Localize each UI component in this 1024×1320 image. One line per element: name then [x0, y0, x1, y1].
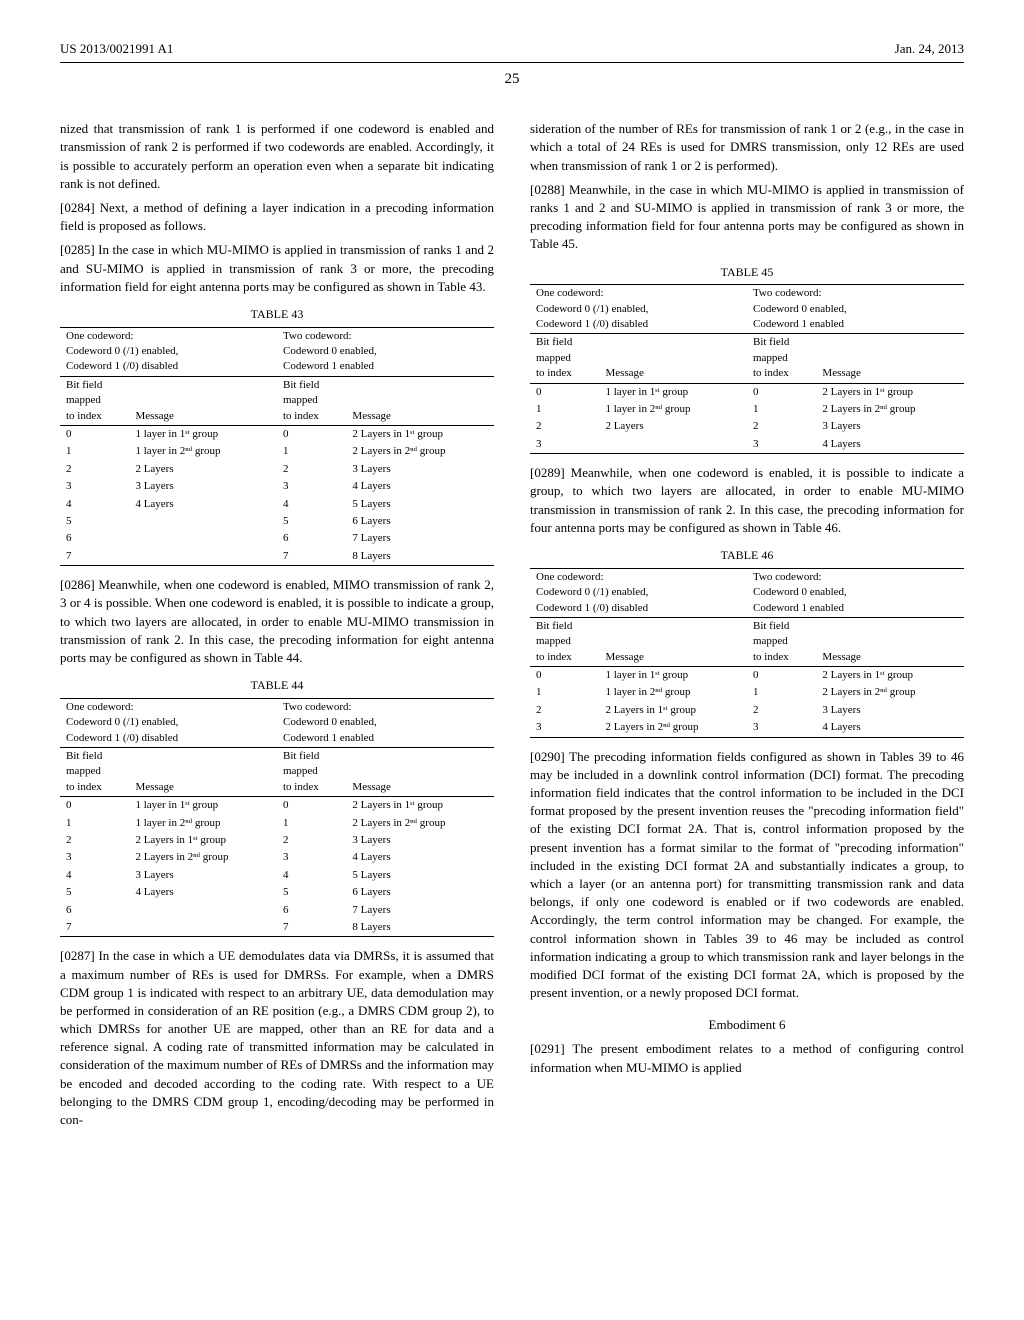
para-0286-text: Meanwhile, when one codeword is enabled,… [60, 577, 494, 665]
para-num-0285: [0285] [60, 242, 95, 257]
para-0291-text: The present embodiment relates to a meth… [530, 1041, 964, 1074]
para-0289-text: Meanwhile, when one codeword is enabled,… [530, 465, 964, 535]
para-0290: [0290] The precoding information fields … [530, 748, 964, 1003]
table-46: One codeword: Codeword 0 (/1) enabled, C… [530, 568, 964, 738]
para-num-0288: [0288] [530, 182, 565, 197]
header-pub-number: US 2013/0021991 A1 [60, 40, 173, 58]
para-0291: [0291] The present embodiment relates to… [530, 1040, 964, 1076]
table-46-caption: TABLE 46 [530, 547, 964, 564]
para-cont: sideration of the number of REs for tran… [530, 120, 964, 175]
para-0289: [0289] Meanwhile, when one codeword is e… [530, 464, 964, 537]
para-0288-text: Meanwhile, in the case in which MU-MIMO … [530, 182, 964, 252]
para-0284-text: Next, a method of defining a layer indic… [60, 200, 494, 233]
para-num-0284: [0284] [60, 200, 95, 215]
para-intro: nized that transmission of rank 1 is per… [60, 120, 494, 193]
para-num-0286: [0286] [60, 577, 95, 592]
table-44-caption: TABLE 44 [60, 677, 494, 694]
table-45: One codeword: Codeword 0 (/1) enabled, C… [530, 284, 964, 454]
para-num-0287: [0287] [60, 948, 95, 963]
para-0287-text: In the case in which a UE demodulates da… [60, 948, 494, 1127]
header-date: Jan. 24, 2013 [895, 40, 964, 58]
para-0285: [0285] In the case in which MU-MIMO is a… [60, 241, 494, 296]
table-43-caption: TABLE 43 [60, 306, 494, 323]
para-0290-text: The precoding information fields configu… [530, 749, 964, 1000]
para-0287: [0287] In the case in which a UE demodul… [60, 947, 494, 1129]
table-45-caption: TABLE 45 [530, 264, 964, 281]
para-0286: [0286] Meanwhile, when one codeword is e… [60, 576, 494, 667]
para-num-0290: [0290] [530, 749, 565, 764]
page-number: 25 [60, 69, 964, 90]
table-43: One codeword: Codeword 0 (/1) enabled, C… [60, 327, 494, 566]
embodiment-heading: Embodiment 6 [530, 1016, 964, 1034]
column-left: nized that transmission of rank 1 is per… [60, 120, 494, 1135]
page-header: US 2013/0021991 A1 Jan. 24, 2013 [60, 40, 964, 63]
para-num-0289: [0289] [530, 465, 565, 480]
para-0285-text: In the case in which MU-MIMO is applied … [60, 242, 494, 293]
para-0284: [0284] Next, a method of defining a laye… [60, 199, 494, 235]
column-right: sideration of the number of REs for tran… [530, 120, 964, 1135]
para-0288: [0288] Meanwhile, in the case in which M… [530, 181, 964, 254]
para-num-0291: [0291] [530, 1041, 565, 1056]
table-44: One codeword: Codeword 0 (/1) enabled, C… [60, 698, 494, 937]
